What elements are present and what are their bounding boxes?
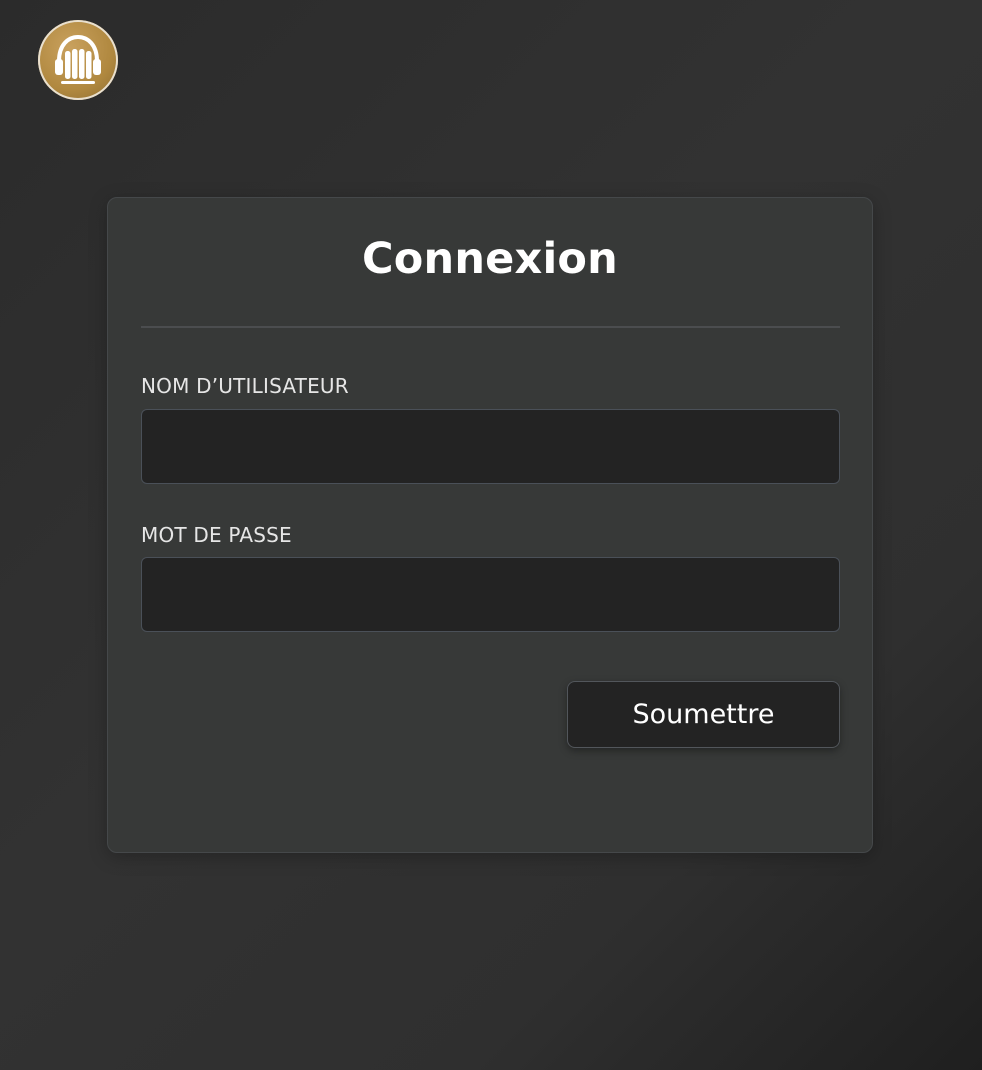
- title-divider: [141, 326, 840, 328]
- headphones-books-icon: [55, 34, 101, 84]
- app-logo[interactable]: [38, 20, 118, 100]
- submit-button[interactable]: Soumettre: [567, 681, 840, 748]
- username-label: NOM D’UTILISATEUR: [141, 374, 349, 398]
- login-card: Connexion NOM D’UTILISATEUR MOT DE PASSE…: [107, 197, 873, 853]
- password-input[interactable]: [141, 557, 840, 632]
- password-label: MOT DE PASSE: [141, 523, 292, 547]
- username-input[interactable]: [141, 409, 840, 484]
- page-title: Connexion: [362, 234, 618, 284]
